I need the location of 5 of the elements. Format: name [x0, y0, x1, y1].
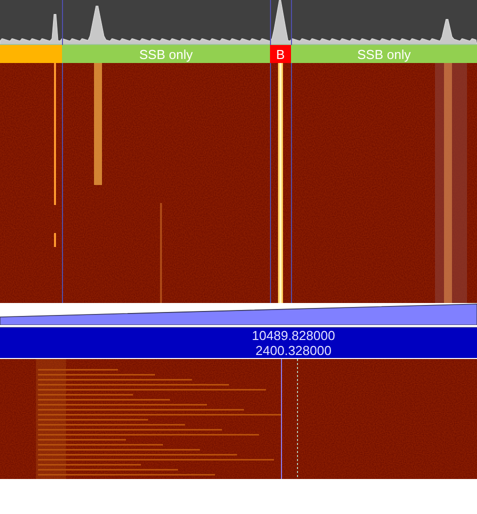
frequency-text: 2400.328000 [256, 343, 332, 358]
band-segment: SSB only [291, 45, 477, 63]
band-segment: B [270, 45, 291, 63]
frequency-text: 10489.828000 [252, 328, 336, 343]
band-segment: SSB only [62, 45, 270, 63]
